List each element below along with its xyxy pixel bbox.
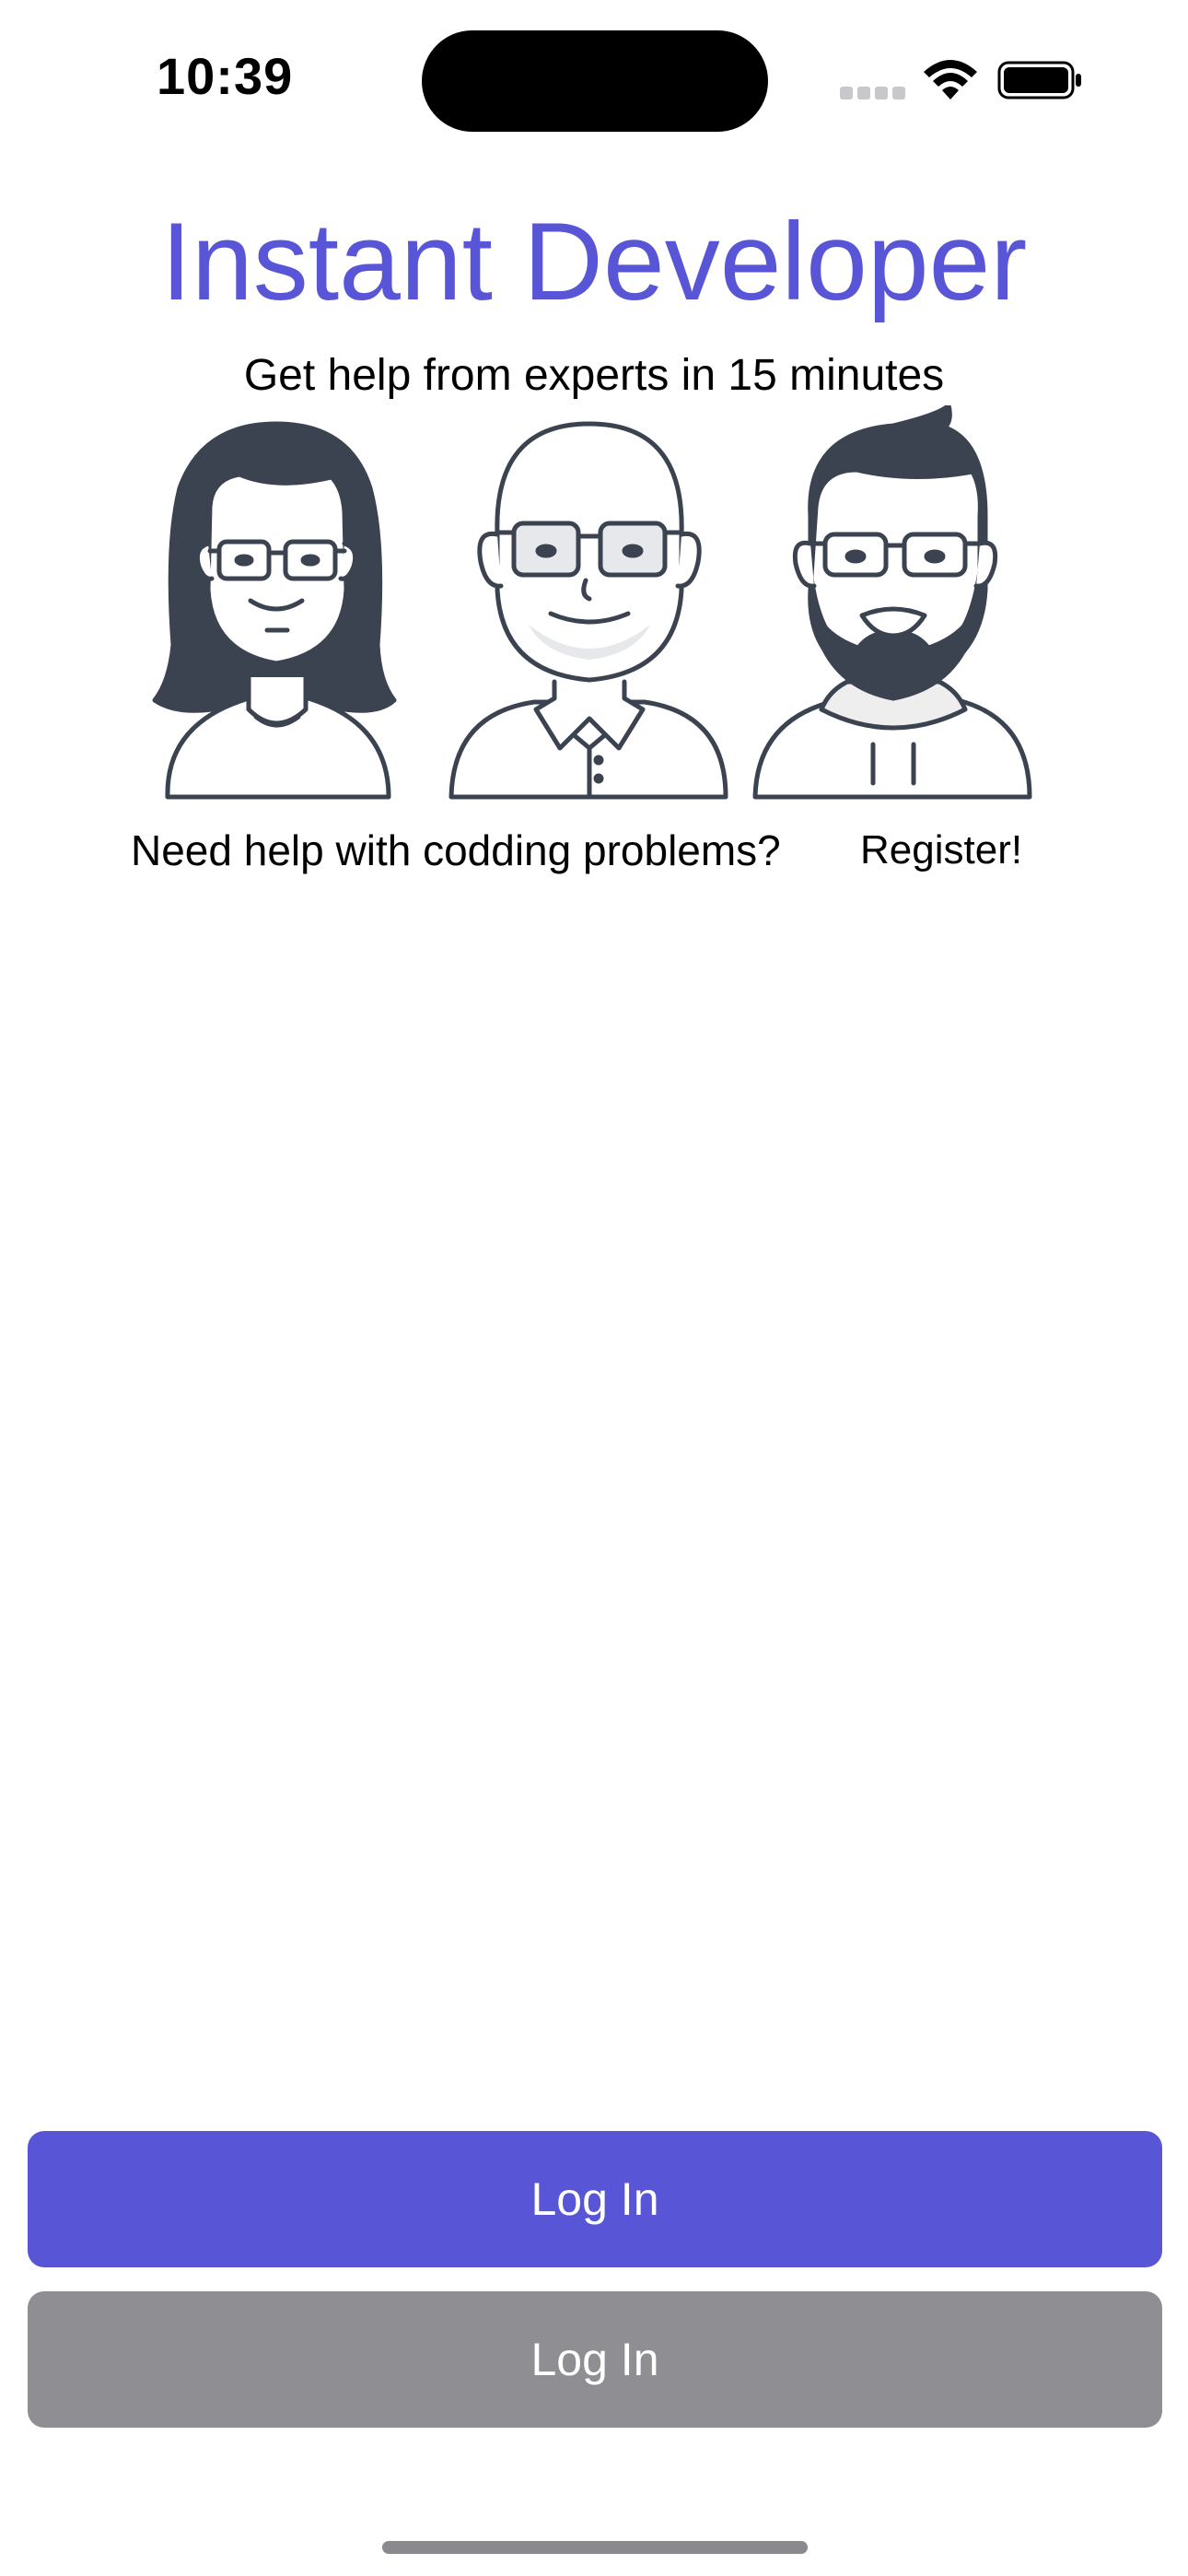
- register-link[interactable]: Register!: [860, 827, 1022, 873]
- cellular-signal-icon: [840, 87, 906, 100]
- app-subtitle: Get help from experts in 15 minutes: [243, 351, 945, 400]
- login-button-secondary[interactable]: Log In: [28, 2291, 1162, 2428]
- login-button[interactable]: Log In: [28, 2131, 1162, 2267]
- register-prompt: Need help with codding problems? Registe…: [0, 825, 1188, 881]
- developers-illustration: [152, 405, 1032, 800]
- bearded-man-with-glasses-avatar: [752, 405, 1032, 800]
- home-indicator[interactable]: [382, 2541, 808, 2554]
- status-time: 10:39: [157, 47, 294, 105]
- app-title: Instant Developer: [160, 200, 1028, 323]
- login-screen: 10:39 Instant Developer Get help from ex…: [0, 0, 1188, 2576]
- dynamic-island: [422, 30, 768, 132]
- help-prompt-text: Need help with codding problems?: [131, 826, 781, 874]
- woman-with-glasses-avatar: [152, 421, 397, 800]
- wifi-icon: [924, 60, 977, 100]
- bald-man-with-glasses-avatar: [448, 421, 728, 800]
- battery-icon: [997, 61, 1081, 100]
